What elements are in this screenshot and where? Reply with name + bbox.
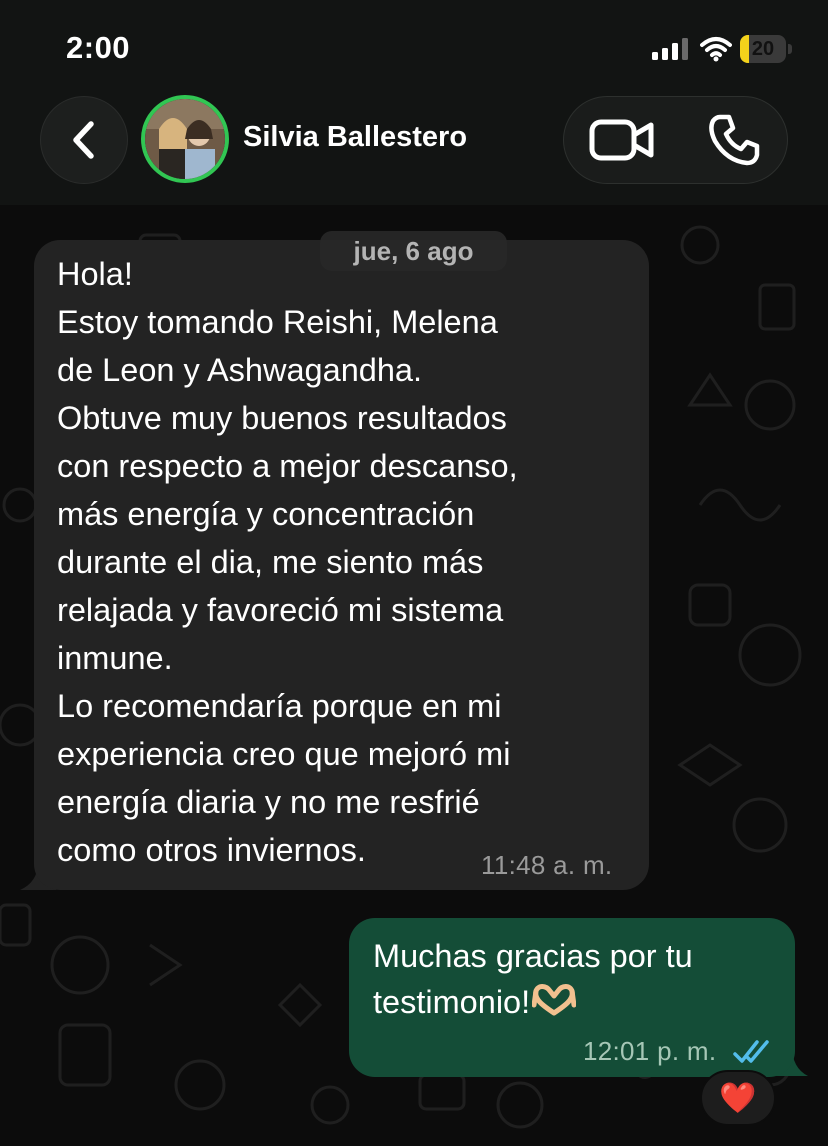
date-separator: jue, 6 ago: [320, 231, 507, 271]
chat-header: 2:00 20 Silvia Ballestero: [0, 0, 828, 205]
heart-reaction[interactable]: ❤️: [700, 1070, 776, 1126]
battery-level: 20: [751, 38, 775, 60]
heart-hands-emoji: [532, 984, 577, 1016]
double-check-read-icon: [733, 1040, 769, 1063]
back-button[interactable]: [40, 96, 128, 184]
wifi-icon: [700, 37, 732, 62]
status-bar-time: 2:00: [66, 30, 131, 65]
phone-icon: [709, 114, 760, 166]
battery-icon: 20: [740, 35, 792, 63]
avatar-photo: [145, 99, 225, 179]
chat-screen: 2:00 20 Silvia Ballestero Hola! Estoy to…: [0, 0, 828, 1146]
cellular-signal-icon: [652, 38, 688, 60]
contact-avatar[interactable]: [141, 95, 229, 183]
outgoing-message-text: Muchas gracias por tu testimonio!: [373, 933, 783, 1025]
video-call-button[interactable]: [564, 97, 680, 183]
outgoing-message-time: 12:01 p. m.: [583, 1036, 717, 1066]
incoming-message-time: 11:48 a. m.: [481, 850, 613, 880]
incoming-message-text: Hola! Estoy tomando Reishi, Melena de Le…: [57, 256, 518, 868]
voice-call-button[interactable]: [680, 97, 788, 183]
call-actions: [563, 96, 788, 184]
contact-name[interactable]: Silvia Ballestero: [243, 121, 467, 154]
chevron-left-icon: [73, 121, 94, 159]
video-camera-icon: [589, 119, 654, 161]
